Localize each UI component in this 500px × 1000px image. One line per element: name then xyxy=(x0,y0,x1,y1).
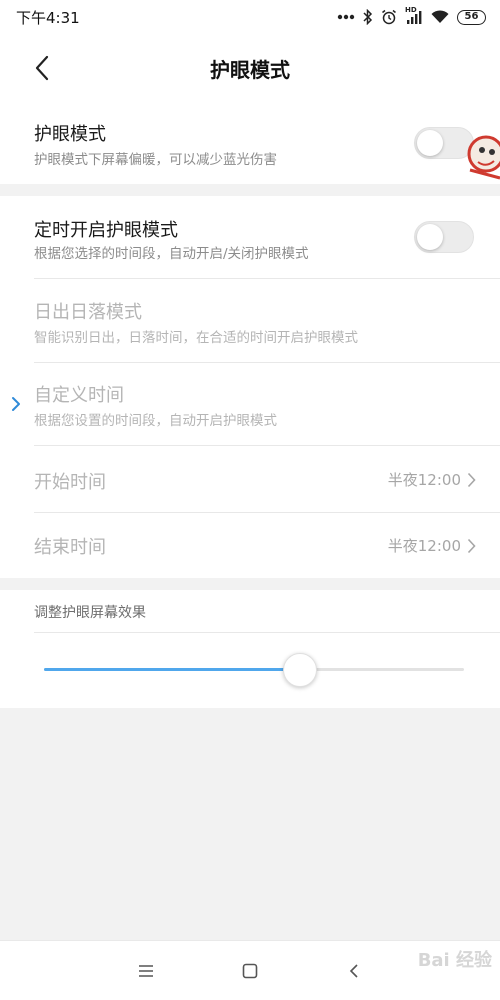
end-time-value-wrap: 半夜12:00 xyxy=(388,535,476,556)
mascot-sticker-icon xyxy=(467,135,500,180)
chevron-right-icon xyxy=(467,472,476,487)
eye-mode-section: 护眼模式 护眼模式下屏幕偏暖，可以减少蓝光伤害 xyxy=(0,102,500,184)
eye-mode-subtitle: 护眼模式下屏幕偏暖，可以减少蓝光伤害 xyxy=(34,152,277,168)
schedule-title: 定时开启护眼模式 xyxy=(34,220,178,241)
chevron-right-icon xyxy=(12,397,20,411)
end-time-value: 半夜12:00 xyxy=(387,537,461,555)
start-time-value-wrap: 半夜12:00 xyxy=(388,469,476,490)
nav-bar: 护眼模式 xyxy=(0,34,500,102)
status-icons: HD 56 xyxy=(337,6,486,28)
divider xyxy=(34,632,500,633)
adjust-section: 调整护眼屏幕效果 xyxy=(0,590,500,708)
schedule-toggle[interactable] xyxy=(414,221,474,253)
signal-icon: HD xyxy=(405,6,423,25)
slider-fill xyxy=(44,668,301,671)
system-back-button[interactable] xyxy=(342,959,366,983)
status-time: 下午4:31 xyxy=(16,9,80,27)
bluetooth-icon xyxy=(363,9,373,25)
wifi-icon xyxy=(431,10,449,23)
toggle-knob xyxy=(417,130,443,156)
schedule-subtitle: 根据您选择的时间段，自动开启/关闭护眼模式 xyxy=(34,246,309,262)
custom-time-subtitle: 根据您设置的时间段，自动开启护眼模式 xyxy=(34,413,277,429)
menu-icon xyxy=(139,965,153,977)
home-square-icon xyxy=(242,963,258,979)
alarm-icon xyxy=(382,9,396,25)
end-time-row[interactable]: 结束时间 半夜12:00 xyxy=(0,513,500,578)
start-time-value: 半夜12:00 xyxy=(387,471,461,489)
back-triangle-icon xyxy=(349,964,358,978)
screen-effect-slider[interactable] xyxy=(44,653,464,687)
eye-mode-title: 护眼模式 xyxy=(34,124,106,145)
home-button[interactable] xyxy=(238,959,262,983)
eye-mode-row[interactable]: 护眼模式 护眼模式下屏幕偏暖，可以减少蓝光伤害 xyxy=(0,102,500,184)
chevron-right-icon xyxy=(467,538,476,553)
more-dots-icon xyxy=(337,14,355,20)
custom-time-option[interactable]: 自定义时间 根据您设置的时间段，自动开启护眼模式 xyxy=(0,363,500,445)
schedule-section: 定时开启护眼模式 根据您选择的时间段，自动开启/关闭护眼模式 日出日落模式 智能… xyxy=(0,196,500,578)
schedule-row[interactable]: 定时开启护眼模式 根据您选择的时间段，自动开启/关闭护眼模式 xyxy=(0,196,500,278)
adjust-title: 调整护眼屏幕效果 xyxy=(34,605,146,621)
slider-thumb[interactable] xyxy=(283,653,318,687)
start-time-row[interactable]: 开始时间 半夜12:00 xyxy=(0,446,500,512)
sunrise-sunset-subtitle: 智能识别日出，日落时间，在合适的时间开启护眼模式 xyxy=(34,330,358,346)
sunrise-sunset-title: 日出日落模式 xyxy=(34,302,142,323)
sunrise-sunset-option[interactable]: 日出日落模式 智能识别日出，日落时间，在合适的时间开启护眼模式 xyxy=(0,279,500,362)
battery-icon: 56 xyxy=(457,9,486,25)
custom-time-title: 自定义时间 xyxy=(34,385,124,406)
status-bar: 下午4:31 HD 56 xyxy=(0,0,500,34)
page-title: 护眼模式 xyxy=(210,58,290,82)
toggle-knob xyxy=(417,224,443,250)
menu-button[interactable] xyxy=(134,959,158,983)
end-time-label: 结束时间 xyxy=(34,537,106,558)
watermark: Bai 经验 xyxy=(417,950,492,971)
start-time-label: 开始时间 xyxy=(34,472,106,493)
battery-level: 56 xyxy=(464,11,479,22)
